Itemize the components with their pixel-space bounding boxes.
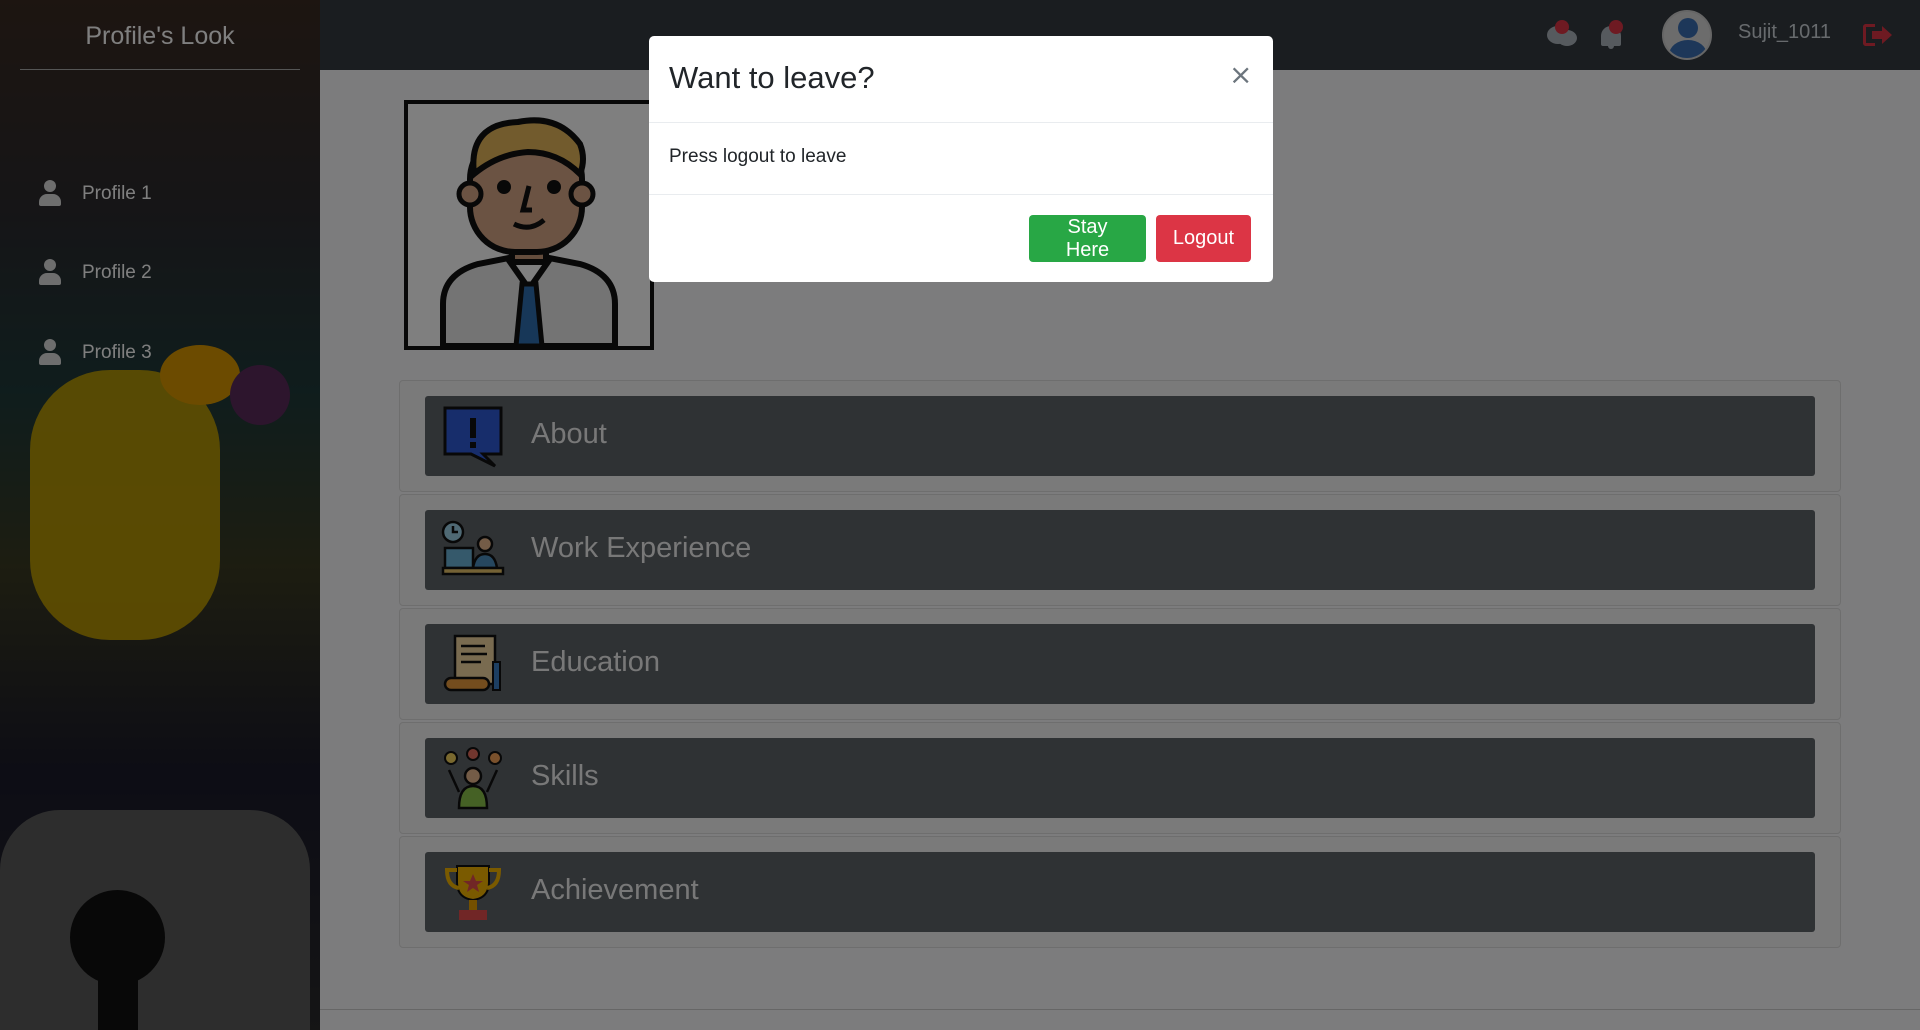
close-icon[interactable]: × (1229, 58, 1252, 91)
logout-modal: Want to leave? × Press logout to leave S… (649, 36, 1273, 282)
logout-button[interactable]: Logout (1156, 215, 1251, 262)
modal-message: Press logout to leave (669, 146, 847, 167)
modal-body: Press logout to leave (649, 123, 1273, 195)
modal-title: Want to leave? (669, 60, 875, 95)
stay-here-button[interactable]: Stay Here (1029, 215, 1146, 262)
modal-footer: Stay Here Logout (649, 195, 1273, 282)
modal-header: Want to leave? × (649, 36, 1273, 123)
